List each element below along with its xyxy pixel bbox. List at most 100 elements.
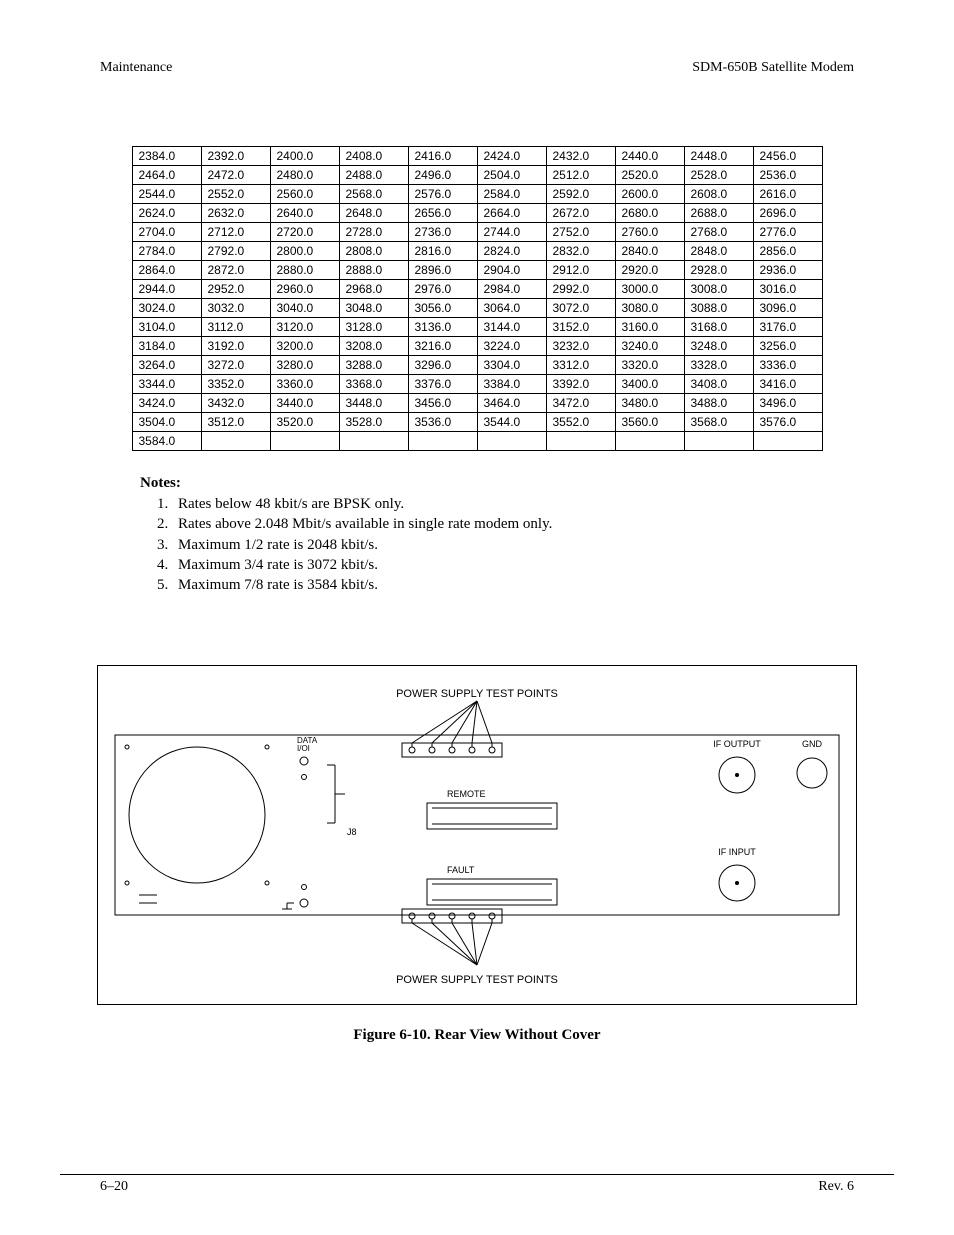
fault-label: FAULT: [447, 865, 475, 875]
table-cell: 3528.0: [339, 413, 408, 432]
table-cell: [753, 432, 822, 451]
table-cell: 2664.0: [477, 204, 546, 223]
table-cell: 3064.0: [477, 299, 546, 318]
table-cell: 3568.0: [684, 413, 753, 432]
table-cell: 2904.0: [477, 261, 546, 280]
svg-text:I/OI: I/OI: [297, 744, 310, 753]
table-cell: 2832.0: [546, 242, 615, 261]
header-right: SDM-650B Satellite Modem: [692, 60, 854, 76]
table-cell: 2864.0: [132, 261, 201, 280]
table-cell: 3176.0: [753, 318, 822, 337]
table-cell: 2672.0: [546, 204, 615, 223]
table-cell: 2768.0: [684, 223, 753, 242]
table-cell: 2472.0: [201, 166, 270, 185]
table-cell: 2448.0: [684, 147, 753, 166]
table-cell: 3296.0: [408, 356, 477, 375]
table-cell: 2840.0: [615, 242, 684, 261]
table-cell: 2808.0: [339, 242, 408, 261]
table-cell: 3000.0: [615, 280, 684, 299]
table-cell: 3472.0: [546, 394, 615, 413]
table-cell: 3168.0: [684, 318, 753, 337]
figure-caption: Figure 6-10. Rear View Without Cover: [97, 1027, 857, 1044]
page-header: Maintenance SDM-650B Satellite Modem: [60, 60, 894, 76]
table-cell: 3184.0: [132, 337, 201, 356]
j8-label: J8: [347, 827, 357, 837]
table-cell: 2560.0: [270, 185, 339, 204]
table-cell: 3392.0: [546, 375, 615, 394]
table-cell: [408, 432, 477, 451]
table-cell: 2776.0: [753, 223, 822, 242]
table-cell: 2440.0: [615, 147, 684, 166]
table-cell: [477, 432, 546, 451]
table-cell: 2576.0: [408, 185, 477, 204]
table-cell: 3264.0: [132, 356, 201, 375]
table-cell: 3400.0: [615, 375, 684, 394]
table-cell: [684, 432, 753, 451]
table-cell: 2544.0: [132, 185, 201, 204]
table-cell: 2736.0: [408, 223, 477, 242]
bottom-test-points-label: POWER SUPPLY TEST POINTS: [396, 974, 558, 986]
table-cell: 2752.0: [546, 223, 615, 242]
table-cell: 2696.0: [753, 204, 822, 223]
if-input-label: IF INPUT: [718, 847, 756, 857]
table-cell: 2384.0: [132, 147, 201, 166]
table-cell: 3072.0: [546, 299, 615, 318]
table-cell: 3464.0: [477, 394, 546, 413]
table-cell: 2784.0: [132, 242, 201, 261]
table-cell: 2408.0: [339, 147, 408, 166]
table-cell: [201, 432, 270, 451]
table-cell: 2456.0: [753, 147, 822, 166]
top-test-points-label: POWER SUPPLY TEST POINTS: [396, 688, 558, 700]
table-cell: 2792.0: [201, 242, 270, 261]
table-cell: 2896.0: [408, 261, 477, 280]
notes-heading: Notes:: [140, 475, 894, 492]
table-cell: 3368.0: [339, 375, 408, 394]
table-cell: 2960.0: [270, 280, 339, 299]
table-cell: 2704.0: [132, 223, 201, 242]
table-cell: 3304.0: [477, 356, 546, 375]
table-cell: 3200.0: [270, 337, 339, 356]
table-cell: 3032.0: [201, 299, 270, 318]
table-cell: 3576.0: [753, 413, 822, 432]
table-cell: 2392.0: [201, 147, 270, 166]
table-cell: 2928.0: [684, 261, 753, 280]
table-cell: 2800.0: [270, 242, 339, 261]
table-cell: 2720.0: [270, 223, 339, 242]
table-cell: 3112.0: [201, 318, 270, 337]
table-cell: 2760.0: [615, 223, 684, 242]
table-cell: 2992.0: [546, 280, 615, 299]
table-cell: 3288.0: [339, 356, 408, 375]
table-cell: 3280.0: [270, 356, 339, 375]
table-cell: 3536.0: [408, 413, 477, 432]
table-cell: 3360.0: [270, 375, 339, 394]
table-cell: 2688.0: [684, 204, 753, 223]
table-cell: 2856.0: [753, 242, 822, 261]
table-cell: 2504.0: [477, 166, 546, 185]
table-cell: 2616.0: [753, 185, 822, 204]
table-cell: 2640.0: [270, 204, 339, 223]
table-cell: 2968.0: [339, 280, 408, 299]
table-cell: 2400.0: [270, 147, 339, 166]
table-cell: 2920.0: [615, 261, 684, 280]
table-cell: 3216.0: [408, 337, 477, 356]
notes-item: Rates above 2.048 Mbit/s available in si…: [172, 514, 894, 534]
footer-left: 6–20: [100, 1179, 128, 1195]
table-cell: 2712.0: [201, 223, 270, 242]
table-cell: 2648.0: [339, 204, 408, 223]
table-cell: 2488.0: [339, 166, 408, 185]
table-cell: 3240.0: [615, 337, 684, 356]
table-cell: 2552.0: [201, 185, 270, 204]
table-cell: 2728.0: [339, 223, 408, 242]
table-cell: 3512.0: [201, 413, 270, 432]
table-cell: 3144.0: [477, 318, 546, 337]
table-cell: 3552.0: [546, 413, 615, 432]
table-cell: 3024.0: [132, 299, 201, 318]
table-cell: 3384.0: [477, 375, 546, 394]
table-cell: 2424.0: [477, 147, 546, 166]
table-cell: 3136.0: [408, 318, 477, 337]
notes-item: Maximum 1/2 rate is 2048 kbit/s.: [172, 535, 894, 555]
table-cell: 3328.0: [684, 356, 753, 375]
table-cell: 3352.0: [201, 375, 270, 394]
table-cell: 3504.0: [132, 413, 201, 432]
table-cell: 3488.0: [684, 394, 753, 413]
